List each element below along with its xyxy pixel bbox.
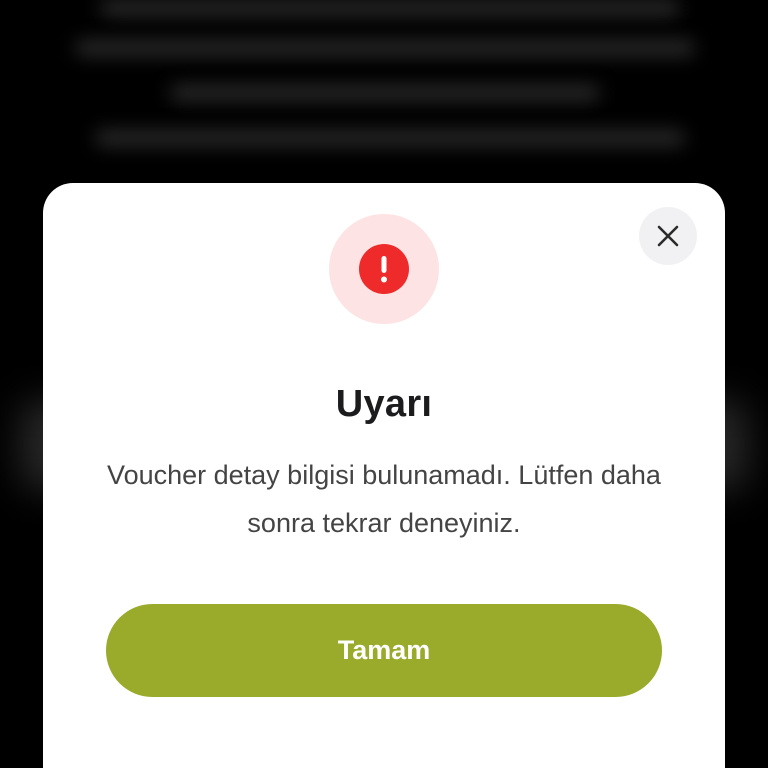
exclamation-circle-icon: [359, 244, 409, 294]
alert-title: Uyarı: [335, 383, 433, 425]
blurred-text-line: [100, 0, 680, 16]
alert-message: Voucher detay bilgisi bulunamadı. Lütfen…: [107, 460, 661, 538]
close-button[interactable]: [639, 207, 697, 265]
exclamation-mark-glyph: [381, 256, 387, 283]
alert-bottom-sheet: Uyarı Voucher detay bilgisi bulunamadı. …: [43, 183, 725, 768]
close-icon: [657, 225, 679, 247]
alert-icon-halo: [329, 214, 439, 324]
blurred-text-line: [95, 130, 685, 146]
blurred-text-line: [75, 40, 695, 56]
screen: Uyarı Voucher detay bilgisi bulunamadı. …: [0, 0, 768, 768]
blurred-text-line: [170, 85, 600, 101]
ok-button[interactable]: Tamam: [106, 604, 662, 697]
